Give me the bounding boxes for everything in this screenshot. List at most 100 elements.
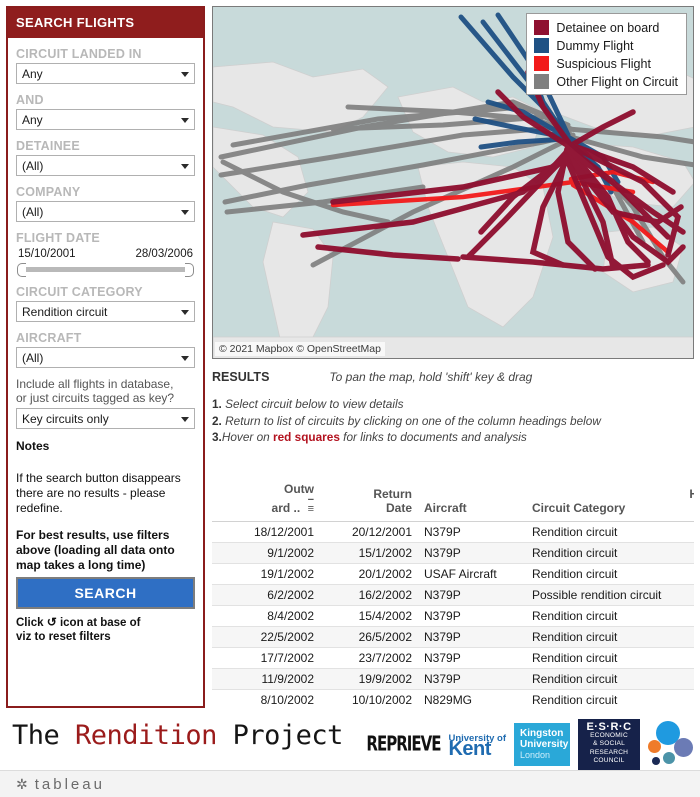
chevron-down-icon: [181, 118, 189, 123]
cell-note[interactable]: [678, 647, 694, 669]
filter-aircraft[interactable]: (All): [16, 347, 195, 368]
flight-date-range-values: 15/10/2001 28/03/2006: [16, 247, 195, 262]
brand-project: Project: [216, 720, 344, 751]
notes-line-1: If the search button disappears there ar…: [16, 471, 181, 515]
column-header-hover-for-notes[interactable]: Hover for Notes: [678, 480, 694, 522]
filter-company[interactable]: (All): [16, 201, 195, 222]
chevron-down-icon: [181, 356, 189, 361]
column-header-outward[interactable]: Outw ard .. − ≡: [212, 480, 320, 522]
slider-handle-end[interactable]: [185, 263, 194, 277]
logo-university-of-kent: University of Kent: [448, 733, 506, 759]
filter-detainee[interactable]: (All): [16, 155, 195, 176]
search-button[interactable]: SEARCH: [16, 577, 195, 609]
column-header-circuit-category[interactable]: Circuit Category: [526, 480, 678, 522]
cell-note[interactable]: [678, 668, 694, 690]
cell-aircraft: N379P: [418, 584, 526, 606]
legend-swatch-dummy: [534, 38, 550, 53]
cell-return-date: 23/7/2002: [320, 647, 418, 669]
table-row[interactable]: 6/2/2002 16/2/2002 N379P Possible rendit…: [212, 584, 694, 606]
circle-purple: [674, 738, 693, 758]
column-header-notes-line1: Hover for: [689, 487, 694, 501]
cell-return-date: 15/1/2002: [320, 542, 418, 564]
circle-orange: [648, 740, 661, 754]
esrc-line3: & SOCIAL: [592, 740, 625, 747]
cell-outward-date: 8/10/2002: [212, 689, 320, 708]
tableau-logo[interactable]: ✲ tableau: [16, 776, 105, 793]
column-header-aircraft[interactable]: Aircraft: [418, 480, 526, 522]
filter-circuit-category[interactable]: Rendition circuit: [16, 301, 195, 322]
cell-aircraft: USAF Aircraft: [418, 563, 526, 585]
table-row[interactable]: 22/5/2002 26/5/2002 N379P Rendition circ…: [212, 626, 694, 648]
table-row[interactable]: 8/10/2002 10/10/2002 N829MG Rendition ci…: [212, 689, 694, 708]
table-row[interactable]: 9/1/2002 15/1/2002 N379P Rendition circu…: [212, 542, 694, 564]
legend-item-detainee: Detainee on board: [534, 20, 678, 35]
column-header-return-line2: Date: [385, 501, 412, 515]
circle-navy: [652, 757, 660, 766]
notes-title: Notes: [16, 439, 50, 453]
results-title: RESULTS: [212, 370, 270, 384]
filter-and-value: Any: [22, 113, 43, 127]
step-3-text-before: Hover on: [221, 430, 273, 444]
table-header-row: Outw ard .. − ≡ Return Date Aircraft Circ…: [212, 480, 694, 522]
filter-key-circuits-value: Key circuits only: [22, 412, 109, 426]
cell-note[interactable]: [678, 521, 694, 543]
flight-map[interactable]: Detainee on board Dummy Flight Suspiciou…: [212, 6, 694, 359]
cell-aircraft: N379P: [418, 521, 526, 543]
cell-return-date: 10/10/2002: [320, 689, 418, 708]
results-table: Outw ard .. − ≡ Return Date Aircraft Circ…: [212, 480, 694, 708]
results-section: RESULTS To pan the map, hold 'shift' key…: [212, 370, 694, 446]
table-row[interactable]: 19/1/2002 20/1/2002 USAF Aircraft Rendit…: [212, 563, 694, 585]
chevron-down-icon: [181, 164, 189, 169]
step-3-highlight: red squares: [273, 430, 340, 444]
table-row[interactable]: 18/12/2001 20/12/2001 N379P Rendition ci…: [212, 521, 694, 543]
cell-note[interactable]: [678, 542, 694, 564]
table-row[interactable]: 17/7/2002 23/7/2002 N379P Rendition circ…: [212, 647, 694, 669]
step-1-text: Select circuit below to view details: [225, 397, 404, 411]
chevron-down-icon: [181, 210, 189, 215]
filter-label-detainee: DETAINEE: [16, 139, 80, 153]
kingston-line2: University: [520, 738, 569, 750]
key-filter-label-line2: or just circuits tagged as key?: [16, 391, 175, 405]
results-table-container[interactable]: Outw ard .. − ≡ Return Date Aircraft Circ…: [212, 470, 694, 708]
slider-handle-start[interactable]: [17, 263, 26, 277]
flight-date-slider[interactable]: [17, 262, 194, 277]
logo-esrc: E·S·R·C ECONOMIC & SOCIAL RESEARCH COUNC…: [578, 719, 640, 770]
filter-label-company: COMPANY: [16, 185, 81, 199]
column-header-return-line1: Return: [373, 487, 412, 501]
panel-title: SEARCH FLIGHTS: [8, 8, 203, 38]
column-header-return-date[interactable]: Return Date: [320, 480, 418, 522]
table-row[interactable]: 11/9/2002 19/9/2002 N379P Rendition circ…: [212, 668, 694, 690]
cell-note[interactable]: [678, 563, 694, 585]
legend-swatch-suspicious: [534, 56, 550, 71]
esrc-line4: RESEARCH: [589, 748, 629, 756]
tableau-mark-icon: ✲: [16, 776, 31, 792]
reset-hint-text-2: icon at base of: [59, 617, 141, 629]
instruction-step-3: 3.Hover on red squares for links to docu…: [212, 429, 694, 446]
cell-circuit-category: Rendition circuit: [526, 689, 678, 708]
filter-and[interactable]: Any: [16, 109, 195, 130]
cell-return-date: 26/5/2002: [320, 626, 418, 648]
filter-company-value: (All): [22, 205, 44, 219]
filter-circuit-landed-in[interactable]: Any: [16, 63, 195, 84]
cell-circuit-category: Rendition circuit: [526, 542, 678, 564]
sort-descending-icon[interactable]: − ≡: [308, 495, 314, 515]
table-row[interactable]: 8/4/2002 15/4/2002 N379P Rendition circu…: [212, 605, 694, 627]
cell-note[interactable]: [678, 584, 694, 606]
cell-note[interactable]: [678, 689, 694, 708]
cell-aircraft: N829MG: [418, 689, 526, 708]
step-1-number: 1.: [212, 397, 222, 411]
step-2-text: Return to list of circuits by clicking o…: [225, 413, 601, 428]
reset-hint-text-1: Click: [16, 617, 44, 629]
cell-circuit-category: Rendition circuit: [526, 605, 678, 627]
chevron-down-icon: [181, 72, 189, 77]
filter-key-circuits[interactable]: Key circuits only: [16, 408, 195, 429]
cell-circuit-category: Rendition circuit: [526, 647, 678, 669]
logo-kingston-university: Kingston University London: [514, 722, 570, 766]
cell-note[interactable]: [678, 605, 694, 627]
rendition-flights-viz: SEARCH FLIGHTS CIRCUIT LANDED IN Any AND…: [0, 0, 700, 797]
notes-line-2: For best results, use filters above (loa…: [16, 528, 175, 572]
cell-outward-date: 18/12/2001: [212, 521, 320, 543]
cell-note[interactable]: [678, 626, 694, 648]
cell-aircraft: N379P: [418, 542, 526, 564]
kingston-line1: Kingston: [520, 727, 564, 739]
